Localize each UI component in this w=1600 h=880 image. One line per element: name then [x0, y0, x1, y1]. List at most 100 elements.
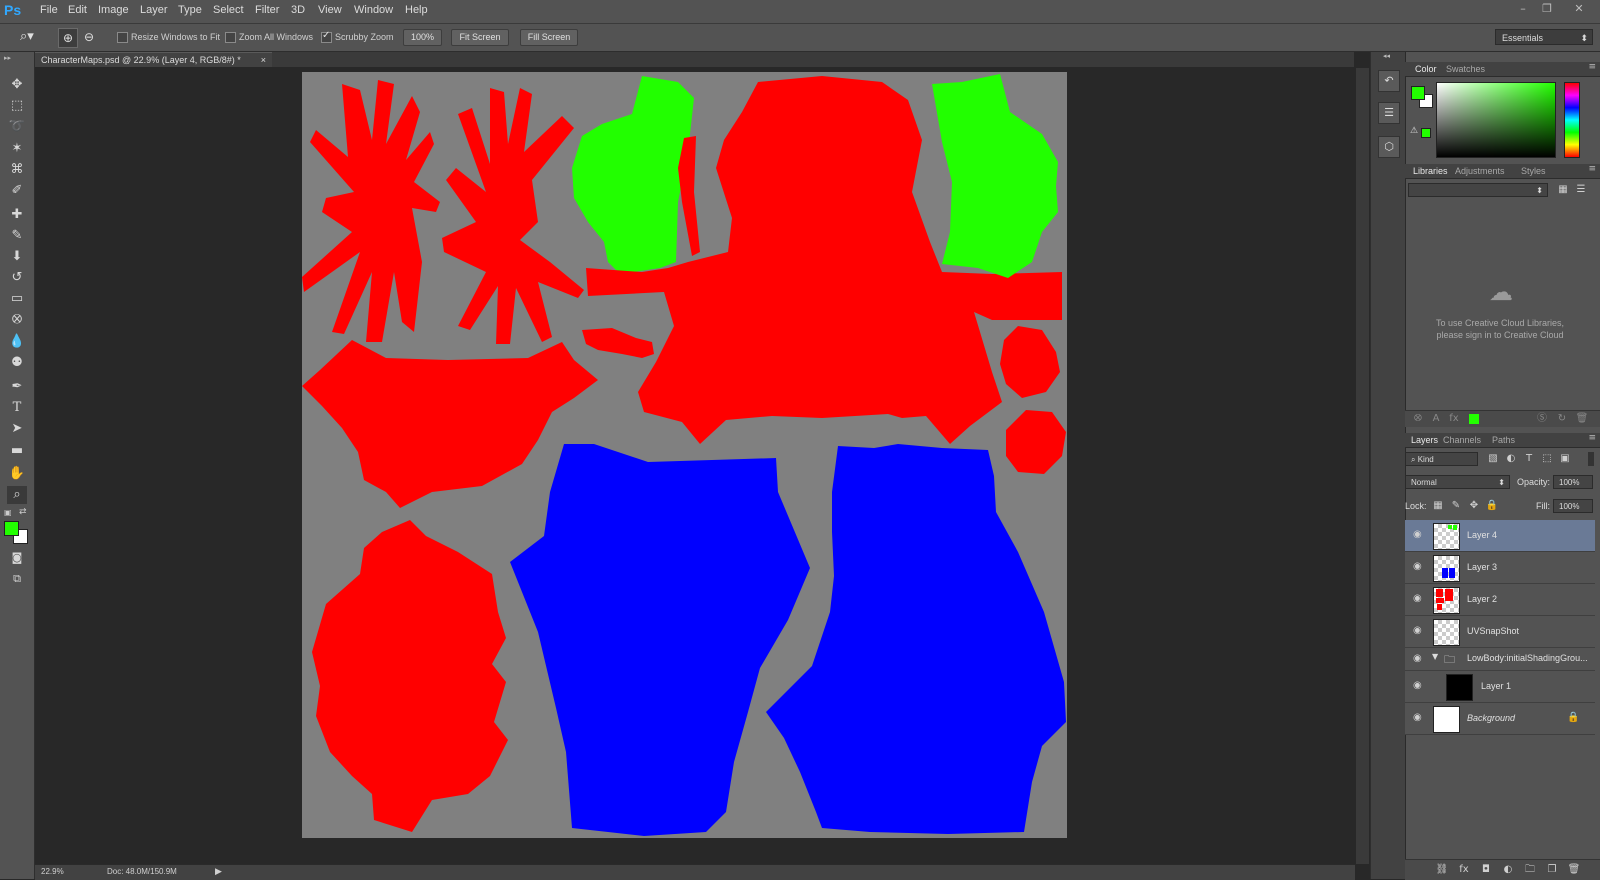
lasso-tool-icon[interactable]: ➰ — [7, 118, 27, 136]
layer-row-layer-2[interactable]: ◉ Layer 2 — [1405, 584, 1595, 616]
visibility-eye-icon[interactable]: ◉ — [1413, 529, 1427, 541]
list-view-icon[interactable]: ☰ — [1574, 183, 1588, 197]
3d-panel-icon[interactable]: ⬡ — [1378, 136, 1400, 158]
paint-bucket-tool-icon[interactable]: ⭙ — [7, 311, 27, 329]
blend-mode-select[interactable]: Normal ⬍ — [1405, 475, 1510, 489]
zoom-100-button[interactable]: 100% — [403, 29, 442, 46]
menu-view[interactable]: View — [318, 4, 342, 16]
workspace-select[interactable]: Essentials ⬍ — [1495, 29, 1593, 45]
layer-row-layer-3[interactable]: ◉ Layer 3 — [1405, 552, 1595, 584]
expand-panels-icon[interactable]: ◂◂ — [1383, 52, 1390, 60]
menu-filter[interactable]: Filter — [255, 4, 279, 16]
panel-menu-icon[interactable]: ≡ — [1588, 433, 1596, 443]
tab-libraries[interactable]: Libraries — [1413, 166, 1448, 176]
visibility-eye-icon[interactable]: ◉ — [1413, 625, 1427, 637]
tab-adjustments[interactable]: Adjustments — [1455, 166, 1505, 176]
layer-group-row[interactable]: ◉ ▼ 🗀 LowBody:initialShadingGrou... — [1405, 648, 1595, 671]
layer-row-background[interactable]: ◉ Background 🔒 — [1405, 703, 1595, 735]
restore-button[interactable]: ❐ — [1538, 2, 1556, 18]
lock-transparent-icon[interactable]: ▦ — [1431, 499, 1445, 513]
pen-tool-icon[interactable]: ✒ — [7, 378, 27, 396]
visibility-eye-icon[interactable]: ◉ — [1413, 561, 1427, 573]
filter-shape-icon[interactable]: ⬚ — [1540, 452, 1554, 466]
trash-icon[interactable]: 🗑 — [1575, 412, 1589, 426]
color-panel-fg-swatch[interactable] — [1411, 86, 1425, 100]
menu-type[interactable]: Type — [178, 4, 202, 16]
crop-tool-icon[interactable]: ⌘ — [7, 161, 27, 179]
group-expand-icon[interactable]: ▼ — [1432, 652, 1438, 661]
layer-row-layer-1[interactable]: ◉ Layer 1 — [1405, 671, 1595, 703]
move-tool-icon[interactable]: ✥ — [7, 76, 27, 94]
status-menu-arrow-icon[interactable]: ▶ — [215, 866, 222, 877]
fill-screen-button[interactable]: Fill Screen — [520, 29, 578, 46]
panel-menu-icon[interactable]: ≡ — [1588, 164, 1596, 174]
tab-channels[interactable]: Channels — [1443, 435, 1481, 445]
link-layers-icon[interactable]: ⛓ — [1435, 863, 1449, 877]
library-select[interactable]: ⬍ — [1408, 183, 1548, 197]
fit-screen-button[interactable]: Fit Screen — [451, 29, 509, 46]
hue-slider[interactable] — [1564, 82, 1580, 158]
opacity-input[interactable]: 100% — [1553, 475, 1593, 489]
filter-type-icon[interactable]: T — [1522, 452, 1536, 466]
layer-name[interactable]: LowBody:initialShadingGrou... — [1467, 653, 1588, 663]
stock-icon[interactable]: Ⓢ — [1535, 412, 1549, 426]
history-panel-icon[interactable]: ↶ — [1378, 70, 1400, 92]
marquee-tool-icon[interactable]: ⬚ — [7, 97, 27, 115]
layer-filter-select[interactable]: ⌕ Kind — [1405, 452, 1478, 466]
new-group-icon[interactable]: 🗀 — [1523, 863, 1537, 877]
layer-name[interactable]: Background — [1467, 713, 1515, 723]
healing-brush-tool-icon[interactable]: ✚ — [7, 206, 27, 224]
new-layer-icon[interactable]: ❐ — [1545, 863, 1559, 877]
document-canvas[interactable] — [302, 72, 1067, 838]
type-tool-icon[interactable]: T — [7, 399, 27, 417]
clone-stamp-tool-icon[interactable]: ⬇ — [7, 248, 27, 266]
layer-style-icon[interactable]: fx — [1447, 412, 1461, 426]
hand-tool-icon[interactable]: ✋ — [7, 465, 27, 483]
close-document-icon[interactable]: × — [261, 53, 266, 68]
new-adjustment-layer-icon[interactable]: ◐ — [1501, 863, 1515, 877]
swap-colors-icon[interactable]: ⇄ — [19, 507, 27, 517]
magic-wand-tool-icon[interactable]: ✶ — [7, 140, 27, 158]
quick-mask-icon[interactable]: ◙ — [7, 549, 27, 567]
canvas-area[interactable] — [35, 68, 1355, 864]
menu-select[interactable]: Select — [213, 4, 244, 16]
tab-swatches[interactable]: Swatches — [1446, 64, 1485, 74]
document-tab[interactable]: CharacterMaps.psd @ 22.9% (Layer 4, RGB/… — [35, 52, 272, 67]
library-color-swatch[interactable] — [1469, 414, 1479, 424]
layer-name[interactable]: Layer 3 — [1467, 562, 1497, 572]
fill-input[interactable]: 100% — [1553, 499, 1593, 513]
panel-menu-icon[interactable]: ≡ — [1588, 62, 1596, 72]
menu-window[interactable]: Window — [354, 4, 393, 16]
layer-row-uvsnapshot[interactable]: ◉ UVSnapShot — [1405, 616, 1595, 648]
fill-icon[interactable]: ⭙ — [1411, 412, 1425, 426]
visibility-eye-icon[interactable]: ◉ — [1413, 593, 1427, 605]
minimize-button[interactable]: – — [1514, 2, 1532, 18]
screen-mode-icon[interactable]: ⧉ — [7, 570, 27, 588]
properties-panel-icon[interactable]: ☰ — [1378, 102, 1400, 124]
zoom-level[interactable]: 22.9% — [41, 867, 64, 876]
visibility-eye-icon[interactable]: ◉ — [1413, 653, 1427, 665]
filter-smart-object-icon[interactable]: ▣ — [1558, 452, 1572, 466]
menu-layer[interactable]: Layer — [140, 4, 168, 16]
layer-name[interactable]: Layer 2 — [1467, 594, 1497, 604]
path-selection-tool-icon[interactable]: ➤ — [7, 420, 27, 438]
close-window-button[interactable]: ✕ — [1570, 2, 1588, 18]
color-field[interactable] — [1436, 82, 1556, 158]
tab-layers[interactable]: Layers — [1411, 435, 1438, 445]
tab-paths[interactable]: Paths — [1492, 435, 1515, 445]
tab-styles[interactable]: Styles — [1521, 166, 1546, 176]
eyedropper-tool-icon[interactable]: ✐ — [7, 182, 27, 200]
lock-all-icon[interactable]: 🔒 — [1485, 499, 1499, 513]
menu-edit[interactable]: Edit — [68, 4, 87, 16]
add-mask-icon[interactable]: ◘ — [1479, 863, 1493, 877]
tab-color[interactable]: Color — [1415, 64, 1437, 74]
layer-name[interactable]: UVSnapShot — [1467, 626, 1519, 636]
zoom-all-checkbox[interactable] — [225, 32, 236, 43]
add-layer-style-icon[interactable]: fx — [1457, 863, 1471, 877]
menu-3d[interactable]: 3D — [291, 4, 305, 16]
zoom-in-icon[interactable]: ⊕ — [58, 28, 78, 48]
brush-tool-icon[interactable]: ✎ — [7, 227, 27, 245]
default-colors-icon[interactable]: ▣ — [4, 508, 12, 517]
layer-name[interactable]: Layer 1 — [1481, 681, 1511, 691]
eraser-tool-icon[interactable]: ▭ — [7, 290, 27, 308]
